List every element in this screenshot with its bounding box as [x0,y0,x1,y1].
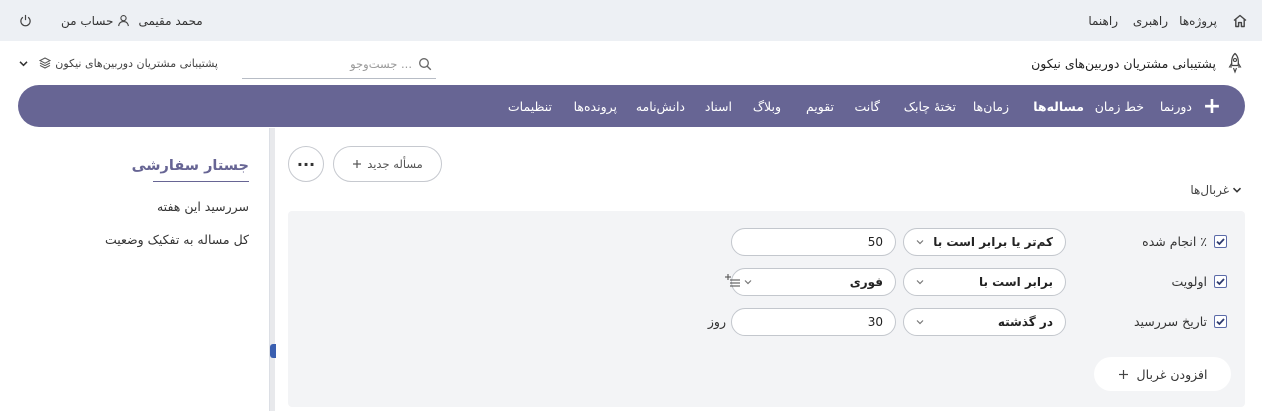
custom-queries-underline [153,181,249,182]
tab-overview[interactable]: دورنما [1160,85,1192,127]
filter-label-done-ratio: ٪ انجام شده [1142,233,1207,249]
toggle-multiselect-icon[interactable] [724,273,742,289]
chevron-down-icon [1232,185,1242,195]
unit-days-label: روز [707,314,726,329]
tab-settings[interactable]: تنظیمات [508,85,552,127]
project-title: پشتیبانی مشتریان دوربین‌های نیکون [1031,55,1216,71]
tab-agile-board[interactable]: تختهٔ چابک [904,85,956,127]
search-box [242,49,436,79]
new-issue-label: مسأله جدید [367,157,423,171]
plus-icon [1118,369,1129,380]
filters-toggle-label: غربال‌ها [1190,183,1229,197]
power-icon-glyph [19,14,32,27]
topnav-administration[interactable]: راهبری [1133,0,1168,41]
project-switcher[interactable]: پشتیبانی مشتریان دوربین‌های نیکون [18,53,218,73]
checkbox-done-ratio[interactable] [1214,234,1227,248]
home-icon-glyph [1232,13,1248,29]
operator-value-done-ratio: کم‌تر یا برابر است با [933,235,1053,249]
checkbox-priority[interactable] [1214,274,1227,288]
user-icon [117,14,130,27]
more-actions-button[interactable]: ··· [288,146,324,182]
filter-row-due-date: تاریخ سررسید [1134,308,1227,334]
tab-issues[interactable]: مساله‌ها [1033,85,1084,127]
operator-value-due-date: در گذشته [997,315,1053,329]
filters-panel: ٪ انجام شده کم‌تر یا برابر است با اولویت… [288,211,1245,407]
value-input-done-ratio[interactable] [731,228,896,256]
account-link[interactable]: محمد مقیمی حساب من [61,0,203,41]
tab-time-entries[interactable]: زمان‌ها [973,85,1009,127]
query-due-this-week[interactable]: سررسید این هفته [157,199,249,214]
operator-select-priority[interactable]: برابر است با [903,268,1066,296]
add-new-button[interactable]: + [1201,85,1223,127]
tab-timeline[interactable]: خط زمان [1095,85,1144,127]
filter-label-priority: اولویت [1171,273,1207,289]
power-icon[interactable] [19,0,32,41]
filter-label-due-date: تاریخ سررسید [1133,313,1207,329]
tab-blog[interactable]: وبلاگ [753,85,781,127]
project-switcher-label: پشتیبانی مشتریان دوربین‌های نیکون [55,56,218,70]
top-bar: پروژه‌ها راهبری راهنما محمد مقیمی حساب م… [0,0,1262,41]
topnav-help[interactable]: راهنما [1088,0,1118,41]
operator-select-done-ratio[interactable]: کم‌تر یا برابر است با [903,228,1066,256]
query-issues-by-status[interactable]: کل مساله به تفکیک وضعیت [105,232,249,247]
sidebar-collapse-handle[interactable] [270,344,276,358]
home-icon[interactable] [1232,0,1248,41]
tab-wiki[interactable]: دانش‌نامه [636,85,685,127]
chevron-down-icon [742,276,754,288]
operator-value-priority: برابر است با [978,275,1053,289]
checkbox-due-date[interactable] [1214,314,1227,328]
add-filter-label: افزودن غربال [1136,366,1208,382]
tab-gantt[interactable]: گانت [854,85,880,127]
search-input[interactable] [244,50,414,77]
project-menu: + دورنما خط زمان مساله‌ها زمان‌ها تختهٔ … [18,85,1245,127]
filters-toggle[interactable]: غربال‌ها [1190,181,1242,199]
filter-row-priority: اولویت [1171,268,1227,294]
search-icon[interactable] [414,51,436,77]
value-priority: فوری [849,275,883,289]
topnav-projects[interactable]: پروژه‌ها [1179,0,1217,41]
value-input-due-date[interactable] [731,308,896,336]
tab-calendar[interactable]: تقویم [806,85,834,127]
custom-queries-title: جستار سفارشی [131,158,249,174]
sidebar-divider [270,128,275,411]
chevron-down-icon [18,58,29,69]
user-name: محمد مقیمی [138,13,203,28]
account-label: حساب من [61,13,114,28]
tab-files[interactable]: پرونده‌ها [574,85,617,127]
chevron-down-icon [914,236,926,248]
value-select-priority[interactable]: فوری [731,268,896,296]
plus-icon [352,159,362,169]
value-field-done-ratio[interactable] [744,235,883,249]
layers-icon [39,57,52,69]
operator-select-due-date[interactable]: در گذشته [903,308,1066,336]
add-filter-button[interactable]: افزودن غربال [1094,357,1231,391]
chevron-down-icon [914,316,926,328]
new-issue-button[interactable]: مسأله جدید [333,146,442,182]
chevron-down-icon [914,276,926,288]
rocket-icon [1226,52,1244,74]
tab-documents[interactable]: اسناد [705,85,732,127]
filter-row-done-ratio: ٪ انجام شده [1142,228,1227,254]
value-field-due-date[interactable] [744,315,883,329]
